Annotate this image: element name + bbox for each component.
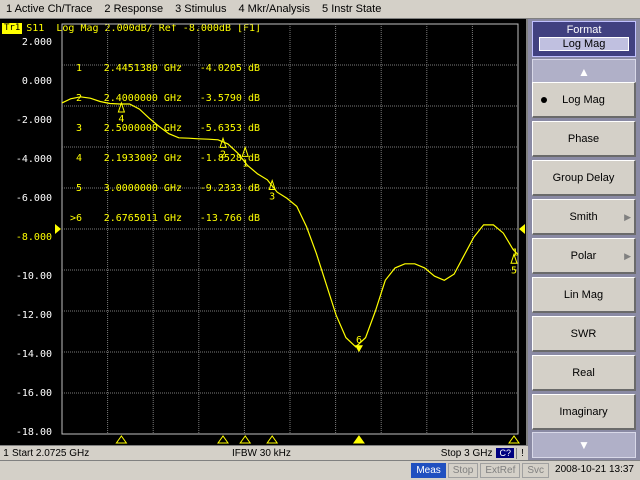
marker-freq: 2.1933002 GHz [103, 153, 182, 164]
menu-active-ch-trace[interactable]: 1 Active Ch/Trace [0, 3, 98, 15]
bottom-marker-triangle [352, 435, 365, 444]
clock: 2008-10-21 13:37 [555, 464, 634, 475]
softkey-smith[interactable]: Smith ▶ [532, 199, 636, 235]
softkey-swr[interactable]: SWR [532, 316, 636, 352]
marker-value: -9.2333 dB [199, 183, 260, 194]
marker-label: 1 [512, 247, 518, 258]
selected-indicator-icon [541, 97, 547, 103]
marker-value: -5.6353 dB [199, 123, 260, 134]
warning-flag: ! [516, 447, 528, 459]
menu-mkr-analysis[interactable]: 4 Mkr/Analysis [232, 3, 316, 15]
svc-indicator: Svc [522, 463, 550, 478]
menu-stimulus[interactable]: 3 Stimulus [169, 3, 232, 15]
marker-index: 3 [75, 123, 82, 134]
menu-bar: 1 Active Ch/Trace 2 Response 3 Stimulus … [0, 0, 640, 19]
marker-label: 6 [356, 335, 362, 346]
submenu-arrow-icon: ▶ [624, 251, 631, 261]
softkey-label: Imaginary [559, 405, 608, 418]
channel-number[interactable]: 1 [0, 448, 12, 459]
ifbw-setting[interactable]: IFBW 30 kHz [232, 448, 412, 459]
marker-value: -13.766 dB [199, 213, 260, 224]
marker-index: 5 [75, 183, 82, 194]
bottom-marker-triangle [508, 435, 520, 444]
softkey-log-mag[interactable]: Log Mag [532, 82, 636, 118]
softkey-label: Phase [567, 132, 600, 145]
marker-label: 3 [269, 192, 275, 203]
stop-frequency[interactable]: Stop 3 GHz [412, 448, 496, 459]
extref-indicator: ExtRef [480, 463, 521, 478]
softkey-lin-mag[interactable]: Lin Mag [532, 277, 636, 313]
softkey-title: Format [566, 24, 602, 36]
marker-freq: 3.0000000 GHz [103, 183, 182, 194]
chevron-down-icon: ▼ [578, 438, 590, 452]
softkey-label: Smith [569, 210, 598, 223]
softkey-phase[interactable]: Phase [532, 121, 636, 157]
marker-row: 3 2.5000000 GHz -5.6353 dB [62, 124, 260, 134]
marker-triangle [354, 345, 363, 353]
softkey-scroll-down[interactable]: ▼ [532, 432, 636, 458]
meas-indicator: Meas [411, 463, 446, 478]
softkey-title-box[interactable]: Format Log Mag [532, 21, 636, 57]
plot-window[interactable]: Tr1 S11 Log Mag 2.000dB/ Ref -8.000dB [F1… [0, 19, 528, 445]
bottom-marker-indicators [115, 435, 520, 444]
menu-response[interactable]: 2 Response [98, 3, 169, 15]
marker-freq: 2.4000000 GHz [103, 93, 182, 104]
ref-level-arrow-right [519, 224, 525, 234]
calibration-status[interactable]: C? [496, 448, 514, 458]
instrument-status-bar: Meas Stop ExtRef Svc 2008-10-21 13:37 [0, 460, 640, 480]
marker-row: 5 3.0000000 GHz -9.2333 dB [62, 184, 260, 194]
marker-value: -1.8528 dB [199, 153, 260, 164]
softkey-panel: Format Log Mag ▲ Log Mag Phase Group Del… [528, 19, 640, 460]
softkey-subtitle: Log Mag [539, 37, 629, 51]
marker-value: -4.0205 dB [199, 63, 260, 74]
marker-freq: 2.4451380 GHz [103, 63, 182, 74]
marker-index: 2 [75, 93, 82, 104]
submenu-arrow-icon: ▶ [624, 212, 631, 222]
softkey-group-delay[interactable]: Group Delay [532, 160, 636, 196]
bottom-marker-triangle [115, 435, 128, 444]
softkey-label: Group Delay [552, 171, 615, 184]
marker-index: 1 [75, 63, 82, 74]
softkey-label: Polar [570, 249, 597, 262]
softkey-real[interactable]: Real [532, 355, 636, 391]
marker-index: 4 [75, 153, 82, 164]
channel-status-bar: 1 Start 2.0725 GHz IFBW 30 kHz Stop 3 GH… [0, 445, 528, 460]
softkey-label: Real [572, 366, 595, 379]
marker-index: >6 [69, 213, 82, 224]
bottom-marker-triangle [266, 435, 279, 444]
marker-value: -3.5790 dB [199, 93, 260, 104]
bottom-marker-triangle [217, 435, 229, 444]
softkey-label: Lin Mag [563, 288, 604, 301]
softkey-polar[interactable]: Polar ▶ [532, 238, 636, 274]
softkey-label: Log Mag [562, 93, 605, 106]
ref-level-arrow-left [55, 224, 61, 234]
chevron-up-icon: ▲ [578, 65, 590, 79]
bottom-marker-triangle [239, 435, 252, 444]
marker-label: 5 [511, 265, 517, 276]
menu-instr-state[interactable]: 5 Instr State [316, 3, 387, 15]
softkey-label: SWR [570, 327, 597, 340]
marker-row: 2 2.4000000 GHz -3.5790 dB [62, 94, 260, 104]
marker-row: 1 2.4451380 GHz -4.0205 dB [62, 64, 260, 74]
marker-freq: 2.6765011 GHz [103, 213, 182, 224]
stop-indicator: Stop [447, 463, 479, 478]
marker-row: >6 2.6765011 GHz -13.766 dB [62, 214, 260, 224]
marker-table: 1 2.4451380 GHz -4.0205 dB 2 2.4000000 GHz -… [62, 44, 260, 244]
softkey-imaginary[interactable]: Imaginary [532, 394, 636, 430]
start-frequency[interactable]: Start 2.0725 GHz [12, 448, 232, 459]
marker-freq: 2.5000000 GHz [103, 123, 182, 134]
marker-row: 4 2.1933002 GHz -1.8528 dB [62, 154, 260, 164]
